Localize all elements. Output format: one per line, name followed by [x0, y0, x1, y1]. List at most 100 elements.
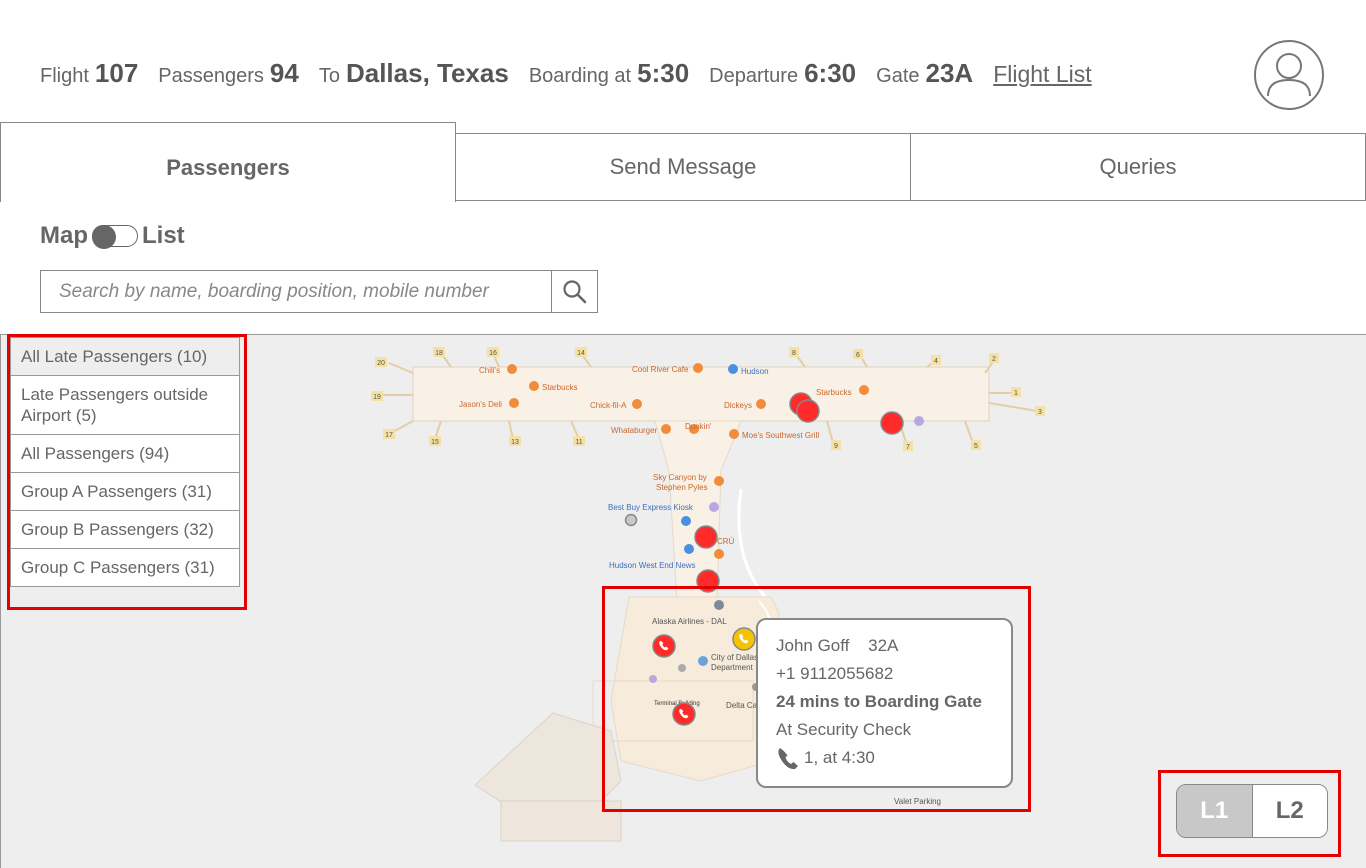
- late-passenger-marker[interactable]: [694, 525, 718, 549]
- late-passenger-marker[interactable]: [880, 411, 904, 435]
- departure-label: Departure: [709, 65, 799, 87]
- gate-label: 15: [431, 439, 439, 446]
- level-l1-button[interactable]: L1: [1177, 785, 1253, 837]
- restaurant-icon: [507, 364, 517, 374]
- poi-label: Department: [711, 663, 754, 672]
- boarding-time-group: Boarding at 5:30: [529, 58, 689, 89]
- restaurant-icon: [509, 398, 519, 408]
- poi-label: Hudson: [741, 367, 769, 376]
- gate-label: 3: [1038, 409, 1042, 416]
- late-passenger-marker[interactable]: [696, 569, 720, 593]
- tab-passengers[interactable]: Passengers: [0, 122, 456, 202]
- filter-late-outside-airport[interactable]: Late Passengers outside Airport (5): [11, 376, 239, 435]
- poi-label: Cool River Cafe: [632, 365, 689, 374]
- passenger-phone: +1 9112055682: [776, 664, 894, 683]
- passenger-filter-list: All Late Passengers (10) Late Passengers…: [10, 337, 240, 587]
- passenger-name: John Goff: [776, 636, 850, 655]
- passenger-name-row: John Goff 32A: [776, 632, 993, 660]
- poi-label: CRÙ: [717, 537, 735, 546]
- restaurant-icon: [693, 363, 703, 373]
- info-icon: [914, 416, 924, 426]
- poi-label: Starbucks: [816, 388, 852, 397]
- restaurant-icon: [632, 399, 642, 409]
- phone-icon: [778, 748, 798, 770]
- filter-all-passengers[interactable]: All Passengers (94): [11, 435, 239, 473]
- poi-label: Alaska Airlines - DAL: [652, 617, 727, 626]
- late-passenger-marker[interactable]: [796, 399, 820, 423]
- call-info-row[interactable]: 1, at 4:30: [776, 744, 993, 772]
- passenger-location: At Security Check: [776, 720, 912, 739]
- gate-group: Gate 23A: [876, 58, 973, 89]
- shopping-icon: [681, 516, 691, 526]
- boarding-time: 5:30: [637, 58, 690, 88]
- user-avatar-button[interactable]: [1254, 40, 1324, 110]
- poi-label: Chili's: [479, 366, 500, 375]
- poi-label: Dunkin': [685, 422, 712, 431]
- cafe-icon: [859, 385, 869, 395]
- passenger-detail-popup: John Goff 32A +1 9112055682 24 mins to B…: [756, 618, 1013, 788]
- cafe-icon: [529, 381, 539, 391]
- filter-group-a[interactable]: Group A Passengers (31): [11, 473, 239, 511]
- flight-number-group: Flight 107: [40, 58, 138, 89]
- restaurant-icon: [661, 424, 671, 434]
- gate-label: 11: [575, 439, 582, 446]
- gate-label: 19: [373, 394, 381, 401]
- cafe-icon: [714, 549, 724, 559]
- flight-number: 107: [94, 58, 139, 88]
- passengers-label: Passengers: [158, 65, 264, 87]
- floor-level-switch: L1 L2: [1176, 784, 1328, 838]
- map-view-label: Map: [40, 222, 88, 249]
- passenger-seat: 32A: [868, 636, 899, 655]
- calling-passenger-marker[interactable]: [652, 634, 676, 658]
- gate-label: 5: [974, 443, 978, 450]
- flight-info-bar: Flight 107 Passengers 94 To Dallas, Texa…: [40, 58, 1092, 98]
- tab-queries[interactable]: Queries: [910, 133, 1366, 201]
- flight-label: Flight: [40, 65, 89, 87]
- search-button[interactable]: [551, 271, 597, 312]
- gate-label: 8: [792, 350, 796, 357]
- poi-label: Chick-fil-A: [590, 401, 627, 410]
- shopping-icon: [728, 364, 738, 374]
- gate-label: 14: [577, 350, 585, 357]
- map-list-switch[interactable]: [92, 225, 138, 249]
- info-icon: [649, 675, 657, 683]
- poi-label: Valet Parking: [894, 797, 941, 806]
- gate-label: 1: [1014, 390, 1018, 397]
- location-pin-icon: [714, 600, 724, 610]
- passengers-count: 94: [269, 58, 299, 88]
- gate-label: 2: [992, 356, 996, 363]
- gate-label: 18: [435, 350, 443, 357]
- info-icon: [709, 502, 719, 512]
- call-info: 1, at 4:30: [804, 748, 875, 767]
- passenger-marker[interactable]: [624, 513, 638, 527]
- boarding-gate-eta: 24 mins to Boarding Gate: [776, 692, 982, 711]
- gate-label: Gate: [876, 65, 920, 87]
- level-l2-button[interactable]: L2: [1252, 785, 1327, 837]
- calling-passenger-marker[interactable]: [732, 627, 756, 651]
- government-icon: [698, 656, 708, 666]
- restaurant-icon: [714, 476, 724, 486]
- search-input[interactable]: [41, 271, 551, 312]
- departure-time-group: Departure 6:30: [709, 58, 856, 89]
- gate-label: 13: [511, 439, 519, 446]
- poi-label: Dickeys: [724, 401, 752, 410]
- flight-list-link[interactable]: Flight List: [993, 61, 1091, 88]
- destination-label: To: [318, 65, 340, 87]
- restaurant-icon: [756, 399, 766, 409]
- poi-label: Whataburger: [611, 426, 658, 435]
- filter-all-late-passengers[interactable]: All Late Passengers (10): [11, 338, 239, 376]
- poi-label: Moe's Southwest Grill: [742, 431, 819, 440]
- user-icon: [1267, 53, 1311, 97]
- calling-passenger-marker[interactable]: [672, 702, 696, 726]
- view-toggle: Map List: [40, 222, 185, 250]
- tab-send-message[interactable]: Send Message: [455, 133, 911, 201]
- departure-time: 6:30: [804, 58, 857, 88]
- switch-knob: [92, 225, 116, 249]
- gate-label: 6: [856, 352, 860, 359]
- passenger-search: [40, 270, 598, 313]
- poi-label: Sky Canyon by: [653, 473, 707, 482]
- restaurant-icon: [729, 429, 739, 439]
- filter-group-c[interactable]: Group C Passengers (31): [11, 549, 239, 586]
- gate-value: 23A: [925, 58, 974, 88]
- filter-group-b[interactable]: Group B Passengers (32): [11, 511, 239, 549]
